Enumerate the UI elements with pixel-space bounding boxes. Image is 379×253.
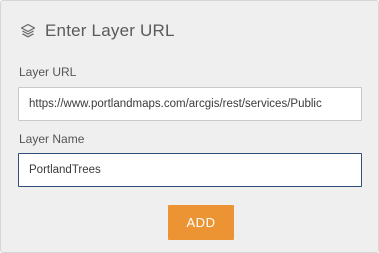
layer-url-label: Layer URL [19, 65, 77, 79]
enter-layer-url-panel: Enter Layer URL Layer URL Layer Name ADD [0, 0, 379, 253]
layers-icon [19, 22, 37, 40]
layer-url-input[interactable] [18, 87, 362, 121]
panel-title: Enter Layer URL [45, 21, 175, 40]
layer-name-label: Layer Name [19, 132, 85, 146]
layer-name-input[interactable] [18, 153, 362, 187]
panel-header: Enter Layer URL [19, 19, 175, 43]
add-button[interactable]: ADD [168, 205, 234, 240]
